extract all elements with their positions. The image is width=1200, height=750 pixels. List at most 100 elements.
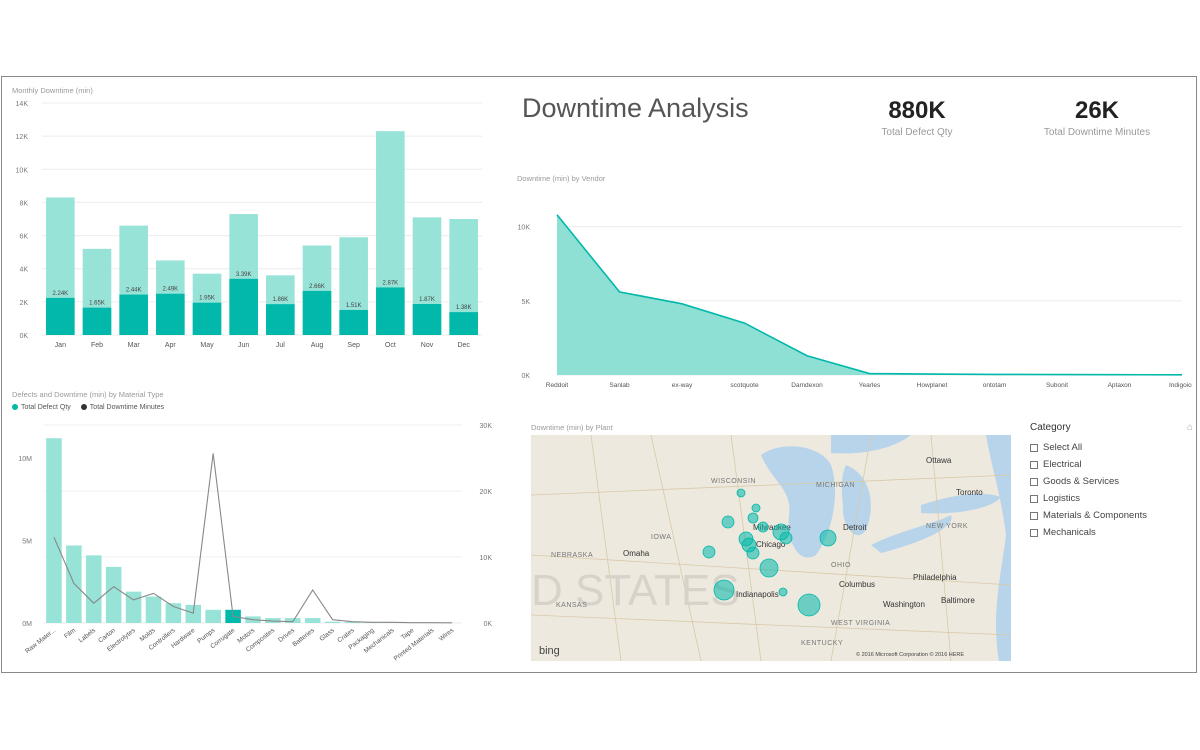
bar-segment: [412, 304, 442, 335]
plant-bubble: [778, 587, 788, 597]
map-place-label: KANSAS: [556, 602, 587, 609]
map-title: Downtime (min) by Plant: [531, 423, 613, 432]
data-label: 1.51K: [346, 303, 362, 309]
plant-bubble: [721, 515, 735, 529]
data-label: 2.49K: [162, 287, 178, 293]
checkbox-icon[interactable]: [1030, 460, 1038, 469]
bar-segment: [229, 278, 258, 335]
plant-bubble: [736, 488, 746, 498]
map-attribution: © 2016 Microsoft Corporation © 2016 HERE: [856, 651, 964, 658]
map-place-label: Baltimore: [941, 596, 975, 605]
x-tick-label: Apr: [165, 342, 177, 349]
x-tick-label: Jul: [276, 342, 285, 349]
y-tick-label: 6K: [19, 234, 28, 241]
bar-segment: [449, 312, 478, 335]
material-combo-chart[interactable]: 0M 5M 10M 0K 10K 20K 30K Raw Mater... Film Labels…: [2, 415, 502, 673]
plant-map[interactable]: D STATES WISCONSIN MICHIGAN IOWA NEBRASKA KAN…: [531, 435, 1011, 661]
road: [930, 435, 952, 661]
data-label: 1.95K: [199, 296, 215, 302]
x-tick-label: Subonit: [1046, 382, 1068, 389]
x-tick-label: Oct: [385, 342, 396, 349]
atlantic-ocean: [986, 435, 1011, 661]
slicer-item[interactable]: Logistics: [1030, 490, 1195, 507]
x-tick-label: Nov: [421, 342, 434, 349]
legend-item-downtime[interactable]: Total Downtime Minutes: [80, 404, 164, 411]
bar-segment: [82, 307, 112, 335]
bar-defect-qty: [185, 604, 202, 623]
x-tick-label: Jan: [55, 342, 66, 349]
x-tick-label: ex-way: [672, 382, 693, 389]
kpi-defect-qty-value: 880K: [888, 97, 946, 124]
x-tick-label: Tape: [400, 627, 416, 641]
legend-item-defect-qty[interactable]: Total Defect Qty: [12, 404, 71, 411]
y-tick-label: 2K: [19, 300, 28, 307]
x-tick-label: Dec: [457, 342, 470, 349]
bar-segment: [119, 294, 148, 335]
eraser-icon[interactable]: ⌂: [1187, 422, 1193, 433]
plant-bubble: [819, 529, 837, 547]
plant-bubble: [759, 558, 779, 578]
dashboard-canvas: Monthly Downtime (min) 0K 2K 4K 6K 8K 10K 12K 1…: [1, 76, 1197, 673]
slicer-item[interactable]: Materials & Components: [1030, 507, 1195, 524]
bar-defect-qty: [145, 596, 162, 623]
bing-logo: bing: [539, 645, 560, 657]
slicer-item[interactable]: Mechanicals: [1030, 524, 1195, 541]
map-place-label: Toronto: [956, 488, 983, 497]
material-chart-title: Defects and Downtime (min) by Material T…: [12, 390, 164, 399]
road: [590, 435, 622, 661]
y-left-tick-label: 10M: [18, 456, 32, 463]
plant-bubble: [757, 521, 769, 533]
x-tick-label: Sep: [347, 342, 360, 349]
map-place-label: KENTUCKY: [801, 640, 843, 647]
kpi-downtime-minutes[interactable]: 26K Total Downtime Minutes: [1022, 97, 1172, 138]
plant-bubble: [741, 537, 757, 553]
data-label: 1.65K: [89, 301, 105, 307]
slicer-item[interactable]: Select All: [1030, 439, 1195, 456]
checkbox-icon[interactable]: [1030, 511, 1038, 520]
bar-defect-qty: [66, 545, 82, 623]
slicer-item[interactable]: Goods & Services: [1030, 473, 1195, 490]
x-tick-label: Feb: [91, 342, 103, 349]
vendor-area-chart[interactable]: 0K 5K 10K Reddoit Sanlab ex-way scotquote Damde…: [507, 187, 1192, 397]
kpi-defect-qty[interactable]: 880K Total Defect Qty: [862, 97, 972, 138]
map-place-label: Indianapolis: [736, 590, 779, 599]
map-place-label: Ottawa: [926, 456, 952, 465]
bar-segment: [339, 309, 368, 335]
material-legend: Total Defect Qty Total Downtime Minutes: [12, 404, 164, 411]
map-place-label: WISCONSIN: [711, 478, 756, 485]
map-place-label: NEBRASKA: [551, 552, 593, 559]
x-tick-label: Sanlab: [609, 382, 630, 389]
y-tick-label: 10K: [16, 167, 29, 174]
x-tick-label: Glass: [318, 627, 336, 643]
map-place-label: Detroit: [843, 523, 867, 532]
x-tick-label: Raw Mater...: [24, 627, 57, 655]
x-tick-label: Aptaxon: [1108, 382, 1132, 389]
monthly-downtime-chart[interactable]: 0K 2K 4K 6K 8K 10K 12K 14K 2.24K Jan 1.65K Feb 2.44K…: [2, 95, 492, 357]
checkbox-icon[interactable]: [1030, 443, 1038, 452]
y-tick-label: 0K: [19, 333, 28, 340]
bar-segment: [192, 302, 222, 335]
category-slicer: Category ⌂ Select All Electrical Goods &…: [1030, 422, 1195, 541]
checkbox-icon[interactable]: [1030, 528, 1038, 537]
map-canvas: D STATESWISCONSINMICHIGANIOWANEBRASKAKAN…: [531, 435, 1011, 661]
y-right-tick-label: 10K: [480, 555, 493, 562]
road: [531, 614, 1011, 636]
map-place-label: WEST VIRGINIA: [831, 620, 890, 627]
checkbox-icon[interactable]: [1030, 477, 1038, 486]
map-place-label: OHIO: [831, 562, 851, 569]
bar-defect-qty: [205, 609, 221, 623]
checkbox-icon[interactable]: [1030, 494, 1038, 503]
x-tick-label: Batteries: [291, 627, 316, 649]
x-tick-label: Mar: [128, 342, 141, 349]
bar-segment: [376, 287, 405, 335]
plant-bubble: [747, 512, 759, 524]
slicer-item[interactable]: Electrical: [1030, 456, 1195, 473]
data-label: 1.87K: [419, 297, 435, 303]
bar-segment: [46, 297, 75, 335]
bar-defect-qty: [304, 618, 321, 623]
map-place-label: Omaha: [623, 549, 650, 558]
y-left-tick-label: 0M: [22, 621, 32, 628]
x-tick-label: May: [200, 342, 214, 349]
bar-segment: [266, 304, 295, 335]
kpi-downtime-label: Total Downtime Minutes: [1043, 127, 1151, 138]
